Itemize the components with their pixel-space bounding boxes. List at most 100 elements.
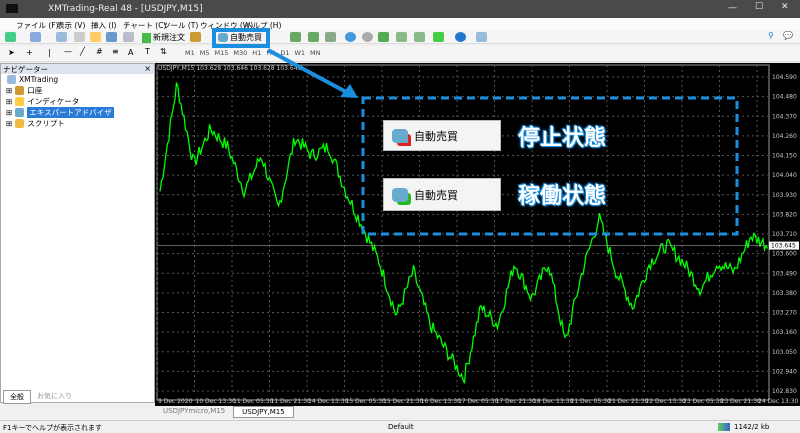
new-chart-icon[interactable] xyxy=(5,32,16,42)
time-label: 10 Dec 13:30 xyxy=(196,398,237,405)
time-label: 9 Dec 2020 xyxy=(158,398,193,405)
tab-favorites[interactable]: お気に入り xyxy=(31,390,78,404)
new-order-button[interactable]: 新規注文 xyxy=(142,32,185,43)
timeframe-h4[interactable]: H4 xyxy=(266,49,275,57)
close-button[interactable]: ✕ xyxy=(781,2,789,12)
periods-icon[interactable] xyxy=(455,32,466,42)
highlight-box xyxy=(212,28,270,48)
cursor-icon[interactable]: ➤ xyxy=(8,48,15,57)
time-label: 21 Dec 21:30 xyxy=(608,398,649,405)
maximize-button[interactable]: ☐ xyxy=(755,2,763,12)
timeframe-mn[interactable]: MN xyxy=(310,49,320,57)
timeframe-m5[interactable]: M5 xyxy=(200,49,210,57)
chart-tabs: USDJPYmicro,M15 USDJPY,M15 xyxy=(155,406,294,418)
templates-icon[interactable] xyxy=(476,32,487,42)
price-label: 104.260 xyxy=(772,133,797,140)
tab-usdjpy[interactable]: USDJPY,M15 xyxy=(233,406,294,418)
expand-icon[interactable]: ⊞ xyxy=(6,97,12,106)
indicators-icon xyxy=(15,97,25,106)
timeframe-w1[interactable]: W1 xyxy=(294,49,305,57)
minimize-button[interactable]: — xyxy=(728,3,737,13)
new-order-label: 新規注文 xyxy=(153,33,185,42)
tester-icon[interactable] xyxy=(123,32,134,42)
tab-usdjpymicro[interactable]: USDJPYmicro,M15 xyxy=(155,406,233,418)
price-label: 103.050 xyxy=(772,349,797,356)
chart-shift-icon[interactable] xyxy=(396,32,407,42)
time-label: 16 Dec 13:30 xyxy=(421,398,462,405)
time-label: 18 Dec 13:30 xyxy=(533,398,574,405)
expand-icon[interactable]: ⊞ xyxy=(6,108,12,117)
vertical-line-icon[interactable]: | xyxy=(48,48,51,57)
profile-name: Default xyxy=(388,423,414,431)
nav-item-accounts[interactable]: ⊞ 口座 xyxy=(6,85,42,96)
price-label: 104.040 xyxy=(772,172,797,179)
zoom-in-icon[interactable] xyxy=(345,32,356,42)
bar-chart-icon[interactable] xyxy=(290,32,301,42)
chat-icon[interactable]: 💬 xyxy=(783,31,793,40)
arrows-icon[interactable]: ⇅ xyxy=(160,47,167,56)
price-label: 103.930 xyxy=(772,192,797,199)
time-label: 23 Dec 05:30 xyxy=(683,398,724,405)
data-window-icon[interactable] xyxy=(74,32,85,42)
timeframe-m15[interactable]: M15 xyxy=(215,49,229,57)
crosshair-icon[interactable]: + xyxy=(26,48,33,57)
price-label: 103.160 xyxy=(772,329,797,336)
zoom-out-icon[interactable] xyxy=(362,32,373,42)
price-label: 103.600 xyxy=(772,251,797,258)
terminal-icon[interactable] xyxy=(106,32,117,42)
scripts-icon xyxy=(15,119,25,128)
nav-item-experts[interactable]: ⊞ エキスパートアドバイザ xyxy=(6,107,114,118)
line-chart-icon[interactable] xyxy=(325,32,336,42)
text-icon[interactable]: A xyxy=(128,48,133,57)
expand-icon[interactable]: ⊞ xyxy=(6,86,12,95)
main-toolbar: 新規注文 自動売買 ⚲ 💬 xyxy=(0,30,800,44)
auto-scroll-icon[interactable] xyxy=(414,32,425,42)
nav-item-label: 口座 xyxy=(27,86,43,95)
channel-icon[interactable]: # xyxy=(96,47,103,56)
running-label: 稼働状態 xyxy=(518,184,607,209)
expert-advisor-icon xyxy=(15,108,25,117)
current-price-label: 103.645 xyxy=(771,243,796,250)
price-label: 104.480 xyxy=(772,94,797,101)
timeframe-h1[interactable]: H1 xyxy=(252,49,261,57)
timeframe-m30[interactable]: M30 xyxy=(233,49,247,57)
button-label: 自動売買 xyxy=(414,188,458,202)
text-label-icon[interactable]: T xyxy=(145,47,150,56)
horizontal-line-icon[interactable]: — xyxy=(64,47,72,56)
metaeditor-icon[interactable] xyxy=(190,32,201,42)
trendline-icon[interactable]: ╱ xyxy=(80,47,85,56)
navigator-close-icon[interactable]: × xyxy=(144,64,151,73)
tile-windows-icon[interactable] xyxy=(378,32,389,42)
auto-trading-running-icon xyxy=(392,187,408,202)
chart-header: USDJPY,M15 103.628 103.646 103.628 103.6… xyxy=(158,65,302,72)
expand-icon[interactable]: ⊞ xyxy=(6,119,12,128)
time-label: 24 Dec 13:30 xyxy=(758,398,799,405)
stopped-label: 停止状態 xyxy=(518,126,607,151)
price-label: 103.710 xyxy=(772,231,797,238)
terminal-icon xyxy=(7,75,16,84)
navigator-icon[interactable] xyxy=(90,32,101,42)
window-title: XMTrading-Real 48 - [USDJPY,M15] xyxy=(48,4,203,14)
timeframe-d1[interactable]: D1 xyxy=(280,49,289,57)
profiles-icon[interactable] xyxy=(30,32,41,42)
price-label: 104.150 xyxy=(772,153,797,160)
price-chart[interactable]: 104.590 104.480 104.370 104.260 104.150 104.0… xyxy=(155,63,800,406)
fibonacci-icon[interactable]: ≡ xyxy=(112,47,119,56)
nav-root[interactable]: XMTrading xyxy=(7,75,58,84)
button-label: 自動売買 xyxy=(414,129,458,143)
time-label: 21 Dec 05:30 xyxy=(571,398,612,405)
nav-item-indicators[interactable]: ⊞ インディケータ xyxy=(6,96,79,107)
candlestick-icon[interactable] xyxy=(308,32,319,42)
tab-common[interactable]: 全般 xyxy=(3,390,31,404)
indicators-icon[interactable] xyxy=(433,32,444,42)
market-watch-icon[interactable] xyxy=(56,32,67,42)
time-label: 11 Dec 21:30 xyxy=(271,398,312,405)
auto-trading-stopped-button: 自動売買 xyxy=(383,120,501,151)
nav-item-scripts[interactable]: ⊞ スクリプト xyxy=(6,118,65,129)
timeframe-m1[interactable]: M1 xyxy=(185,49,195,57)
time-label: 15 Dec 21:30 xyxy=(383,398,424,405)
search-icon[interactable]: ⚲ xyxy=(768,31,774,40)
navigator-title: ナビゲーター xyxy=(1,64,154,74)
chart-window[interactable]: 104.590 104.480 104.370 104.260 104.150 104.0… xyxy=(155,63,800,406)
time-label: 17 Dec 21:30 xyxy=(496,398,537,405)
